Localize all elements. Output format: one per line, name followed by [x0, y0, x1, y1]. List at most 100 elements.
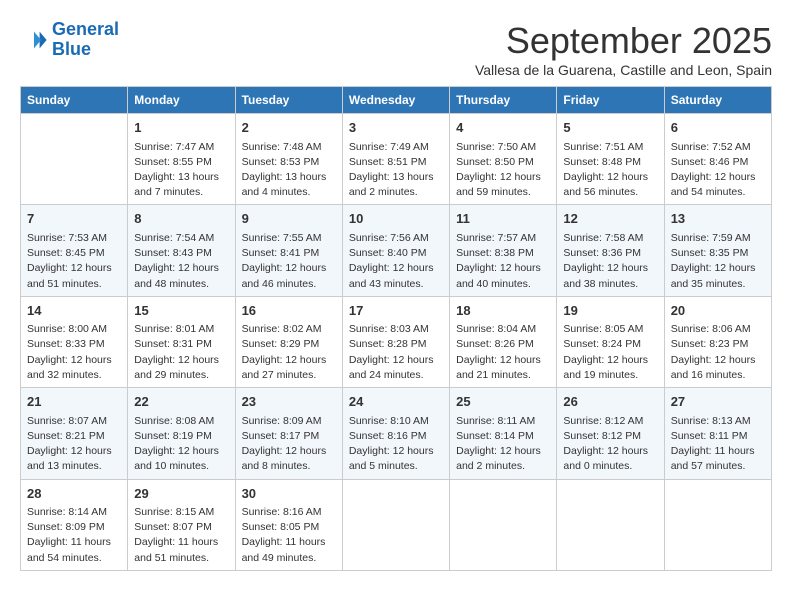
day-cell: 22Sunrise: 8:08 AM Sunset: 8:19 PM Dayli…	[128, 388, 235, 479]
day-cell: 29Sunrise: 8:15 AM Sunset: 8:07 PM Dayli…	[128, 479, 235, 570]
day-cell: 28Sunrise: 8:14 AM Sunset: 8:09 PM Dayli…	[21, 479, 128, 570]
day-info: Sunrise: 8:06 AM Sunset: 8:23 PM Dayligh…	[671, 322, 765, 383]
day-cell: 16Sunrise: 8:02 AM Sunset: 8:29 PM Dayli…	[235, 296, 342, 387]
logo-text: General Blue	[52, 20, 119, 60]
day-number: 14	[27, 301, 121, 321]
col-header-sunday: Sunday	[21, 87, 128, 114]
day-number: 20	[671, 301, 765, 321]
col-header-friday: Friday	[557, 87, 664, 114]
day-info: Sunrise: 7:58 AM Sunset: 8:36 PM Dayligh…	[563, 231, 657, 292]
day-number: 27	[671, 392, 765, 412]
day-info: Sunrise: 8:05 AM Sunset: 8:24 PM Dayligh…	[563, 322, 657, 383]
day-info: Sunrise: 7:51 AM Sunset: 8:48 PM Dayligh…	[563, 140, 657, 201]
day-cell: 5Sunrise: 7:51 AM Sunset: 8:48 PM Daylig…	[557, 114, 664, 205]
day-cell: 30Sunrise: 8:16 AM Sunset: 8:05 PM Dayli…	[235, 479, 342, 570]
day-cell: 2Sunrise: 7:48 AM Sunset: 8:53 PM Daylig…	[235, 114, 342, 205]
day-cell: 1Sunrise: 7:47 AM Sunset: 8:55 PM Daylig…	[128, 114, 235, 205]
day-cell: 24Sunrise: 8:10 AM Sunset: 8:16 PM Dayli…	[342, 388, 449, 479]
day-number: 12	[563, 209, 657, 229]
week-row-4: 21Sunrise: 8:07 AM Sunset: 8:21 PM Dayli…	[21, 388, 772, 479]
day-number: 28	[27, 484, 121, 504]
day-number: 13	[671, 209, 765, 229]
col-header-thursday: Thursday	[450, 87, 557, 114]
logo: General Blue	[20, 20, 119, 60]
day-cell: 14Sunrise: 8:00 AM Sunset: 8:33 PM Dayli…	[21, 296, 128, 387]
day-cell: 13Sunrise: 7:59 AM Sunset: 8:35 PM Dayli…	[664, 205, 771, 296]
day-number: 23	[242, 392, 336, 412]
day-info: Sunrise: 8:01 AM Sunset: 8:31 PM Dayligh…	[134, 322, 228, 383]
day-number: 16	[242, 301, 336, 321]
day-number: 22	[134, 392, 228, 412]
day-cell: 19Sunrise: 8:05 AM Sunset: 8:24 PM Dayli…	[557, 296, 664, 387]
day-cell	[450, 479, 557, 570]
col-header-tuesday: Tuesday	[235, 87, 342, 114]
day-number: 2	[242, 118, 336, 138]
day-cell	[21, 114, 128, 205]
day-number: 9	[242, 209, 336, 229]
day-info: Sunrise: 8:14 AM Sunset: 8:09 PM Dayligh…	[27, 505, 121, 566]
day-cell: 9Sunrise: 7:55 AM Sunset: 8:41 PM Daylig…	[235, 205, 342, 296]
day-cell: 15Sunrise: 8:01 AM Sunset: 8:31 PM Dayli…	[128, 296, 235, 387]
day-cell: 7Sunrise: 7:53 AM Sunset: 8:45 PM Daylig…	[21, 205, 128, 296]
day-info: Sunrise: 7:48 AM Sunset: 8:53 PM Dayligh…	[242, 140, 336, 201]
day-number: 10	[349, 209, 443, 229]
day-info: Sunrise: 8:12 AM Sunset: 8:12 PM Dayligh…	[563, 414, 657, 475]
day-number: 18	[456, 301, 550, 321]
day-cell: 17Sunrise: 8:03 AM Sunset: 8:28 PM Dayli…	[342, 296, 449, 387]
day-cell	[664, 479, 771, 570]
day-number: 1	[134, 118, 228, 138]
day-number: 30	[242, 484, 336, 504]
day-cell: 8Sunrise: 7:54 AM Sunset: 8:43 PM Daylig…	[128, 205, 235, 296]
day-info: Sunrise: 8:11 AM Sunset: 8:14 PM Dayligh…	[456, 414, 550, 475]
day-number: 11	[456, 209, 550, 229]
page-header: General Blue September 2025 Vallesa de l…	[20, 20, 772, 78]
day-cell: 27Sunrise: 8:13 AM Sunset: 8:11 PM Dayli…	[664, 388, 771, 479]
day-cell: 25Sunrise: 8:11 AM Sunset: 8:14 PM Dayli…	[450, 388, 557, 479]
day-number: 3	[349, 118, 443, 138]
day-cell: 12Sunrise: 7:58 AM Sunset: 8:36 PM Dayli…	[557, 205, 664, 296]
calendar-table: SundayMondayTuesdayWednesdayThursdayFrid…	[20, 86, 772, 571]
day-number: 29	[134, 484, 228, 504]
day-cell: 20Sunrise: 8:06 AM Sunset: 8:23 PM Dayli…	[664, 296, 771, 387]
day-number: 24	[349, 392, 443, 412]
day-cell: 4Sunrise: 7:50 AM Sunset: 8:50 PM Daylig…	[450, 114, 557, 205]
day-cell: 18Sunrise: 8:04 AM Sunset: 8:26 PM Dayli…	[450, 296, 557, 387]
day-info: Sunrise: 8:04 AM Sunset: 8:26 PM Dayligh…	[456, 322, 550, 383]
logo-line2: Blue	[52, 39, 91, 59]
day-info: Sunrise: 8:07 AM Sunset: 8:21 PM Dayligh…	[27, 414, 121, 475]
col-header-wednesday: Wednesday	[342, 87, 449, 114]
day-cell: 21Sunrise: 8:07 AM Sunset: 8:21 PM Dayli…	[21, 388, 128, 479]
week-row-1: 1Sunrise: 7:47 AM Sunset: 8:55 PM Daylig…	[21, 114, 772, 205]
day-info: Sunrise: 7:53 AM Sunset: 8:45 PM Dayligh…	[27, 231, 121, 292]
day-info: Sunrise: 7:52 AM Sunset: 8:46 PM Dayligh…	[671, 140, 765, 201]
day-info: Sunrise: 8:10 AM Sunset: 8:16 PM Dayligh…	[349, 414, 443, 475]
day-info: Sunrise: 7:47 AM Sunset: 8:55 PM Dayligh…	[134, 140, 228, 201]
day-number: 21	[27, 392, 121, 412]
day-info: Sunrise: 7:50 AM Sunset: 8:50 PM Dayligh…	[456, 140, 550, 201]
day-number: 17	[349, 301, 443, 321]
day-number: 6	[671, 118, 765, 138]
week-row-2: 7Sunrise: 7:53 AM Sunset: 8:45 PM Daylig…	[21, 205, 772, 296]
day-cell: 23Sunrise: 8:09 AM Sunset: 8:17 PM Dayli…	[235, 388, 342, 479]
day-cell	[342, 479, 449, 570]
day-cell: 6Sunrise: 7:52 AM Sunset: 8:46 PM Daylig…	[664, 114, 771, 205]
day-cell: 3Sunrise: 7:49 AM Sunset: 8:51 PM Daylig…	[342, 114, 449, 205]
day-cell: 11Sunrise: 7:57 AM Sunset: 8:38 PM Dayli…	[450, 205, 557, 296]
day-number: 5	[563, 118, 657, 138]
day-info: Sunrise: 7:57 AM Sunset: 8:38 PM Dayligh…	[456, 231, 550, 292]
day-cell: 26Sunrise: 8:12 AM Sunset: 8:12 PM Dayli…	[557, 388, 664, 479]
logo-line1: General	[52, 19, 119, 39]
day-number: 4	[456, 118, 550, 138]
week-row-3: 14Sunrise: 8:00 AM Sunset: 8:33 PM Dayli…	[21, 296, 772, 387]
week-row-5: 28Sunrise: 8:14 AM Sunset: 8:09 PM Dayli…	[21, 479, 772, 570]
logo-icon	[20, 26, 48, 54]
header-row: SundayMondayTuesdayWednesdayThursdayFrid…	[21, 87, 772, 114]
month-title: September 2025	[475, 20, 772, 62]
day-info: Sunrise: 8:13 AM Sunset: 8:11 PM Dayligh…	[671, 414, 765, 475]
day-info: Sunrise: 8:16 AM Sunset: 8:05 PM Dayligh…	[242, 505, 336, 566]
day-number: 19	[563, 301, 657, 321]
day-cell: 10Sunrise: 7:56 AM Sunset: 8:40 PM Dayli…	[342, 205, 449, 296]
day-cell	[557, 479, 664, 570]
location-subtitle: Vallesa de la Guarena, Castille and Leon…	[475, 62, 772, 78]
day-info: Sunrise: 8:09 AM Sunset: 8:17 PM Dayligh…	[242, 414, 336, 475]
